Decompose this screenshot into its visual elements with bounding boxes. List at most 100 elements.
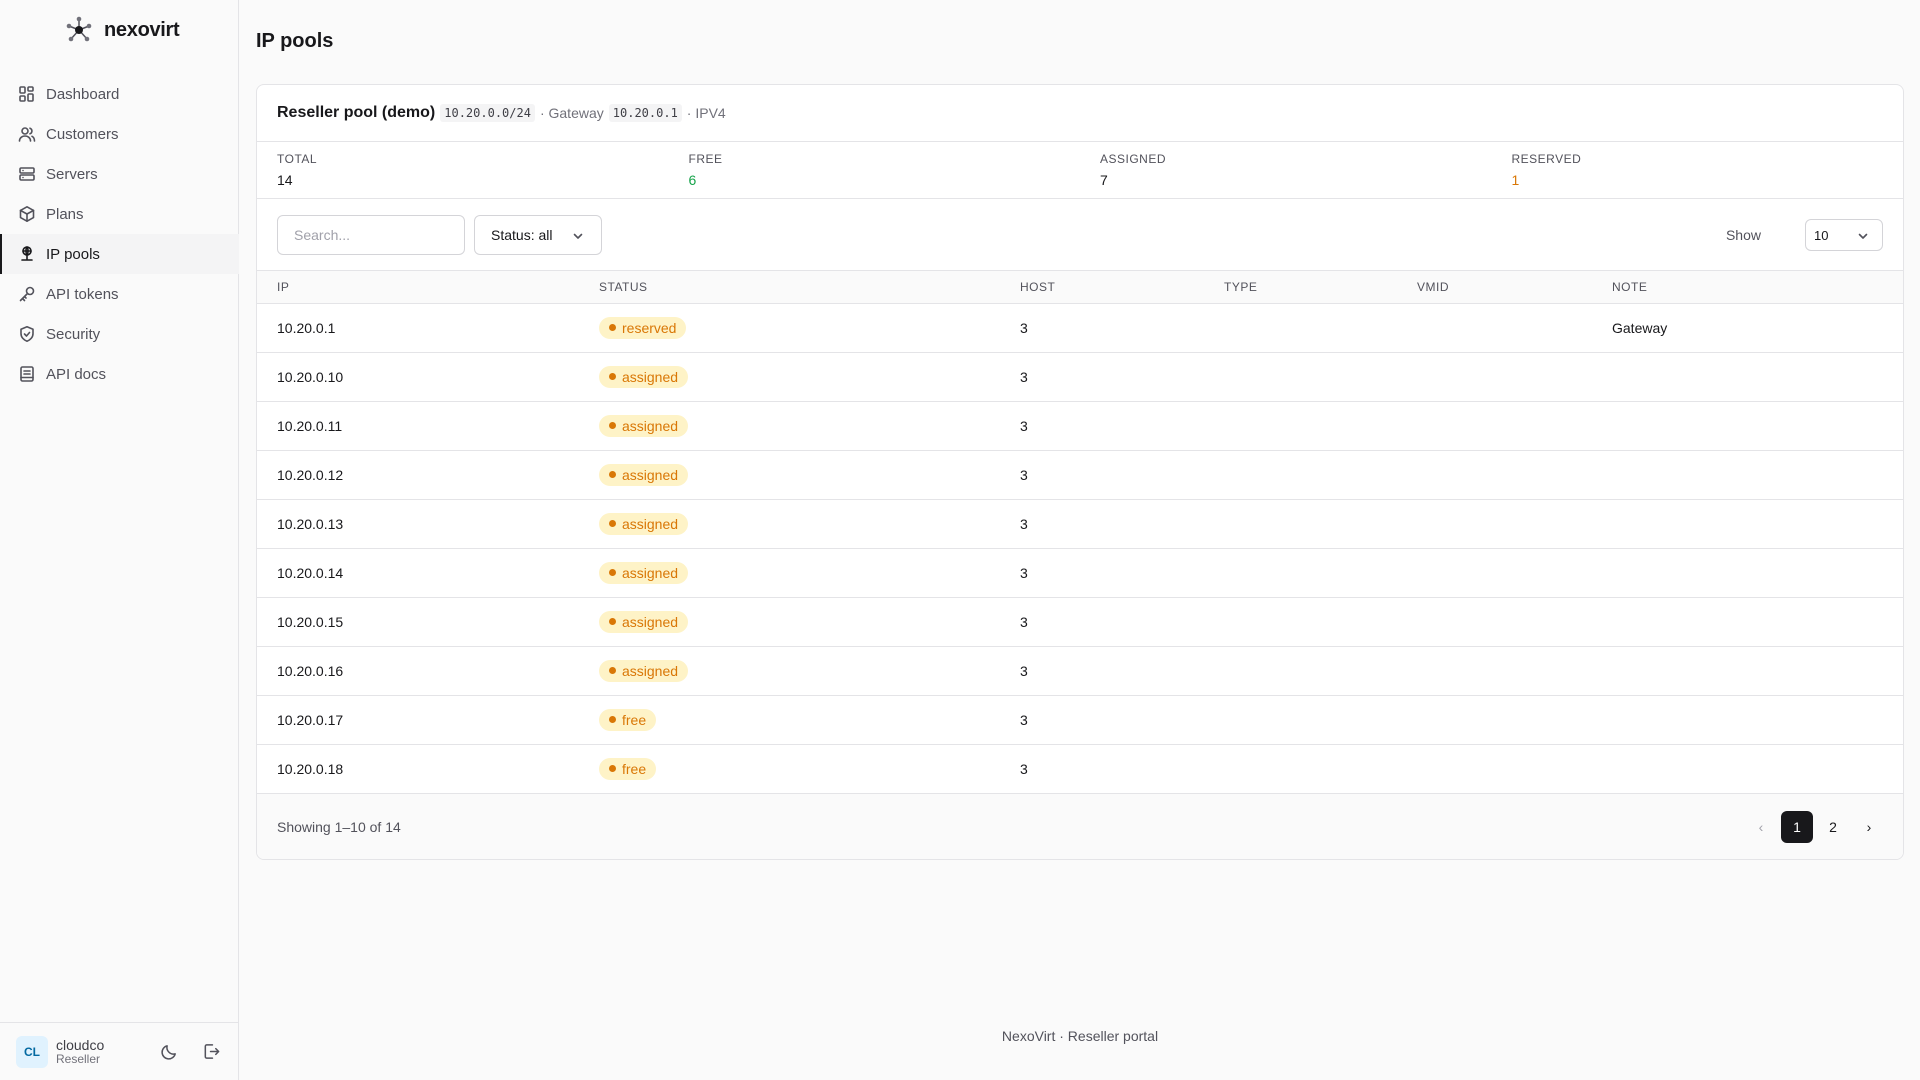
status-label: assigned [622,466,679,483]
key-icon [18,285,36,303]
sidebar-item-customers[interactable]: Customers [0,114,239,154]
status-label: reserved [622,319,677,336]
column-header-type[interactable]: TYPE [1204,271,1397,304]
table-row[interactable]: 10.20.0.14 assigned 3 [257,548,1903,598]
sidebar-item-label: Plans [46,205,84,223]
sidebar-item-servers[interactable]: Servers [0,154,239,194]
table-row[interactable]: 10.20.0.1 reserved 3 Gateway [257,303,1903,353]
stat-label: FREE [688,152,723,166]
sidebar-item-ip-pools[interactable]: IP pools [0,234,239,274]
table-row[interactable]: 10.20.0.17 free 3 [257,695,1903,745]
stat-total: TOTAL 14 [257,142,669,198]
column-header-ip[interactable]: IP [257,271,579,304]
pool-family: · IPV4 [686,105,726,121]
column-header-status[interactable]: STATUS [579,271,1000,304]
user-menu: CL cloudco Reseller [0,1022,239,1080]
cell-vmid [1397,548,1592,598]
cell-ip: 10.20.0.14 [257,548,579,598]
search-input[interactable] [277,215,465,255]
status-badge: assigned [599,659,689,682]
stat-label: ASSIGNED [1100,152,1167,166]
sidebar-item-dashboard[interactable]: Dashboard [0,74,239,114]
status-label: assigned [622,662,679,679]
stat-value: 1 [1511,172,1520,188]
stat-label: TOTAL [277,152,318,166]
cell-host: 3 [1000,450,1204,500]
table-row[interactable]: 10.20.0.12 assigned 3 [257,450,1903,500]
column-header-note[interactable]: NOTE [1592,271,1903,304]
brand[interactable]: nexovirt [64,14,180,46]
status-badge: assigned [599,610,689,633]
cell-status: assigned [579,597,1000,647]
sidebar-item-plans[interactable]: Plans [0,194,239,234]
page-footer: NexoVirt · Reseller portal [1001,1028,1159,1044]
stat-value: 7 [1100,172,1108,188]
status-badge: assigned [599,365,689,388]
logout-icon[interactable] [199,1039,223,1063]
shield-icon [18,325,36,343]
status-dot-icon [609,324,616,331]
pool-gateway: 10.20.0.1 [608,104,682,122]
server-icon [18,165,36,183]
cell-host: 3 [1000,548,1204,598]
sidebar-item-api-tokens[interactable]: API tokens [0,274,239,314]
cell-host: 3 [1000,646,1204,696]
status-dot-icon [609,569,616,576]
showing-count: Showing 1–10 of 14 [277,819,401,835]
sidebar-item-label: Servers [46,165,98,183]
cell-note [1592,695,1903,745]
cell-type [1204,548,1397,598]
box-icon [18,205,36,223]
column-header-host[interactable]: HOST [1000,271,1204,304]
page-button-2[interactable]: 2 [1817,811,1849,843]
cell-status: free [579,695,1000,745]
sidebar-item-security[interactable]: Security [0,314,239,354]
user-actions [157,1039,223,1063]
cell-ip: 10.20.0.17 [257,695,579,745]
table-header-row: IP STATUS HOST TYPE VMID NOTE [257,271,1903,304]
page-button-1[interactable]: 1 [1781,811,1813,843]
stat-assigned: ASSIGNED 7 [1080,142,1492,198]
cell-note [1592,744,1903,794]
cell-vmid [1397,450,1592,500]
theme-toggle-moon-icon[interactable] [157,1039,181,1063]
next-page-button[interactable]: › [1853,811,1885,843]
status-filter-select[interactable]: Status: all [474,215,602,255]
cell-type [1204,401,1397,451]
cell-type [1204,597,1397,647]
table-row[interactable]: 10.20.0.13 assigned 3 [257,499,1903,549]
prev-page-button[interactable]: ‹ [1745,811,1777,843]
status-label: assigned [622,368,679,385]
sidebar-item-api-docs[interactable]: API docs [0,354,239,394]
table-row[interactable]: 10.20.0.16 assigned 3 [257,646,1903,696]
table-row[interactable]: 10.20.0.15 assigned 3 [257,597,1903,647]
page-size-select[interactable]: 10 [1805,219,1883,251]
chevron-down-icon [1856,229,1870,243]
cell-vmid [1397,401,1592,451]
status-badge: assigned [599,414,689,437]
status-dot-icon [609,471,616,478]
ip-table: IP STATUS HOST TYPE VMID NOTE 10.20.0.1 r… [257,271,1903,794]
table-row[interactable]: 10.20.0.10 assigned 3 [257,352,1903,402]
dashboard-icon [18,85,36,103]
main-content: IP pools Reseller pool (demo) 10.20.0.0/… [240,0,1920,1080]
table-row[interactable]: 10.20.0.18 free 3 [257,744,1903,794]
page-title: IP pools [256,30,334,52]
status-label: assigned [622,417,679,434]
page-size-value: 10 [1814,227,1829,243]
cell-note [1592,548,1903,598]
status-dot-icon [609,765,616,772]
sidebar-item-label: Customers [46,125,119,143]
sidebar: nexovirt Dashboard Customers Servers Pla… [0,0,239,1080]
status-label: assigned [622,515,679,532]
status-badge: assigned [599,561,689,584]
table-row[interactable]: 10.20.0.11 assigned 3 [257,401,1903,451]
avatar[interactable]: CL [16,1035,48,1068]
cell-host: 3 [1000,352,1204,402]
cell-host: 3 [1000,744,1204,794]
network-icon [18,245,36,263]
status-label: assigned [622,613,679,630]
column-header-vmid[interactable]: VMID [1397,271,1592,304]
cell-ip: 10.20.0.13 [257,499,579,549]
status-dot-icon [609,667,616,674]
